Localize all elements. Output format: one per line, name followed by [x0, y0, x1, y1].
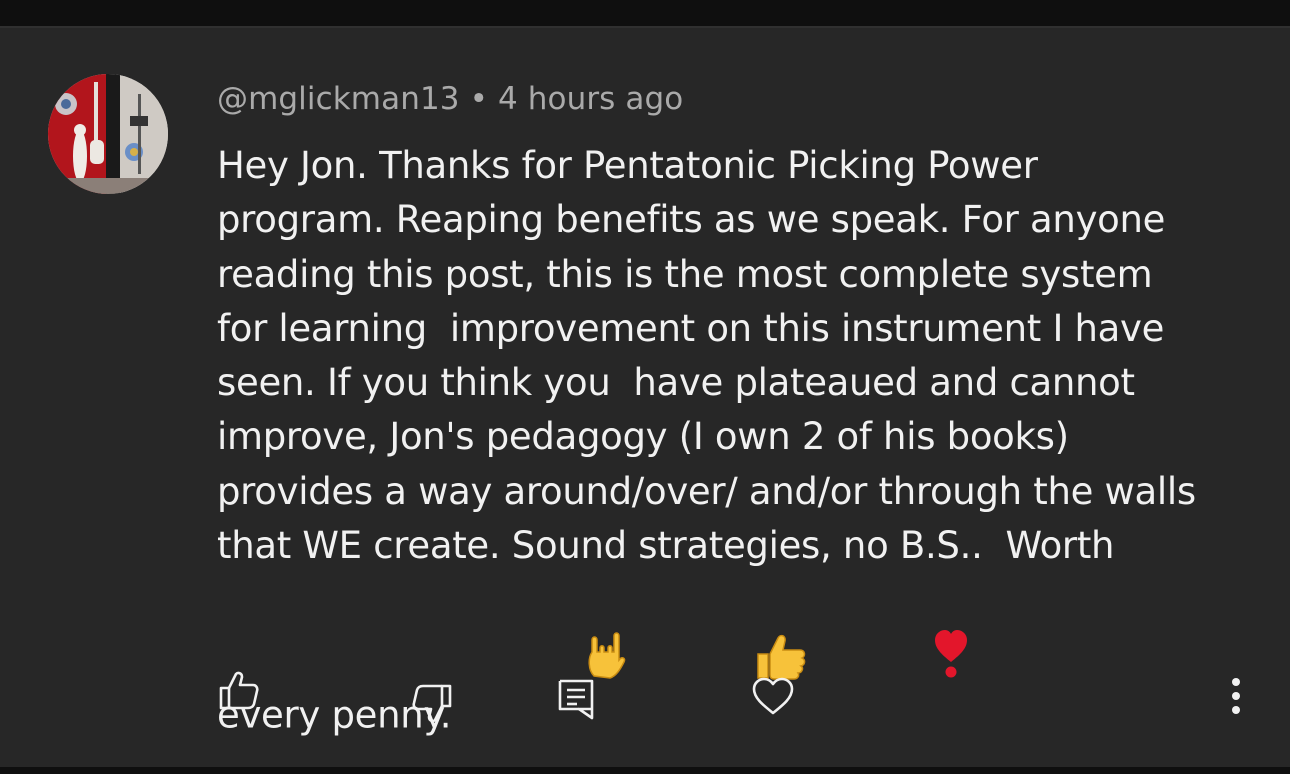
comment-line: Hey Jon. Thanks for Pentatonic Picking P… — [217, 144, 1038, 187]
more-vert-icon — [1232, 678, 1240, 714]
reply-icon — [558, 679, 594, 720]
comment-line: provides a way around/over/ and/or throu… — [217, 469, 1196, 513]
comment-line: for learning improvement on this instrum… — [217, 306, 1165, 350]
comment-line: program. Reaping benefits as we speak. F… — [217, 198, 1166, 242]
comment-line: reading this post, this is the most comp… — [217, 252, 1153, 296]
thumbs-up-emoji — [638, 577, 809, 749]
more-options-button[interactable] — [1221, 672, 1251, 720]
heart-icon — [752, 677, 794, 715]
like-button[interactable] — [214, 666, 264, 716]
heart-button[interactable] — [747, 670, 799, 722]
comment-last-line: every penny. — [217, 573, 1257, 749]
thumbs-down-icon — [412, 684, 452, 723]
thumbs-up-icon — [219, 671, 259, 710]
comment-screen: @mglickman13 • 4 hours ago Hey Jon. Thanks… — [0, 0, 1290, 774]
comment-line: that WE create. Sound strategies, no B.S… — [217, 524, 1115, 568]
comment-timestamp[interactable]: 4 hours ago — [498, 81, 683, 117]
reply-button[interactable] — [551, 674, 601, 724]
avatar[interactable] — [48, 74, 168, 194]
comment-line: seen. If you think you have plateaued an… — [217, 361, 1135, 405]
sign-of-horns-emoji — [469, 577, 630, 749]
bottom-divider — [0, 767, 1290, 774]
dislike-button[interactable] — [407, 678, 457, 728]
meta-separator: • — [469, 81, 488, 117]
comment-body: Hey Jon. Thanks for Pentatonic Picking P… — [217, 139, 1257, 749]
comment-card: @mglickman13 • 4 hours ago Hey Jon. Thanks… — [0, 26, 1290, 767]
comment-line: improve, Jon's pedagogy (I own 2 of his … — [217, 415, 1069, 459]
top-divider — [0, 0, 1290, 26]
author-handle[interactable]: @mglickman13 — [217, 81, 460, 117]
comment-meta: @mglickman13 • 4 hours ago — [217, 81, 683, 117]
heart-exclamation-emoji — [816, 573, 971, 749]
